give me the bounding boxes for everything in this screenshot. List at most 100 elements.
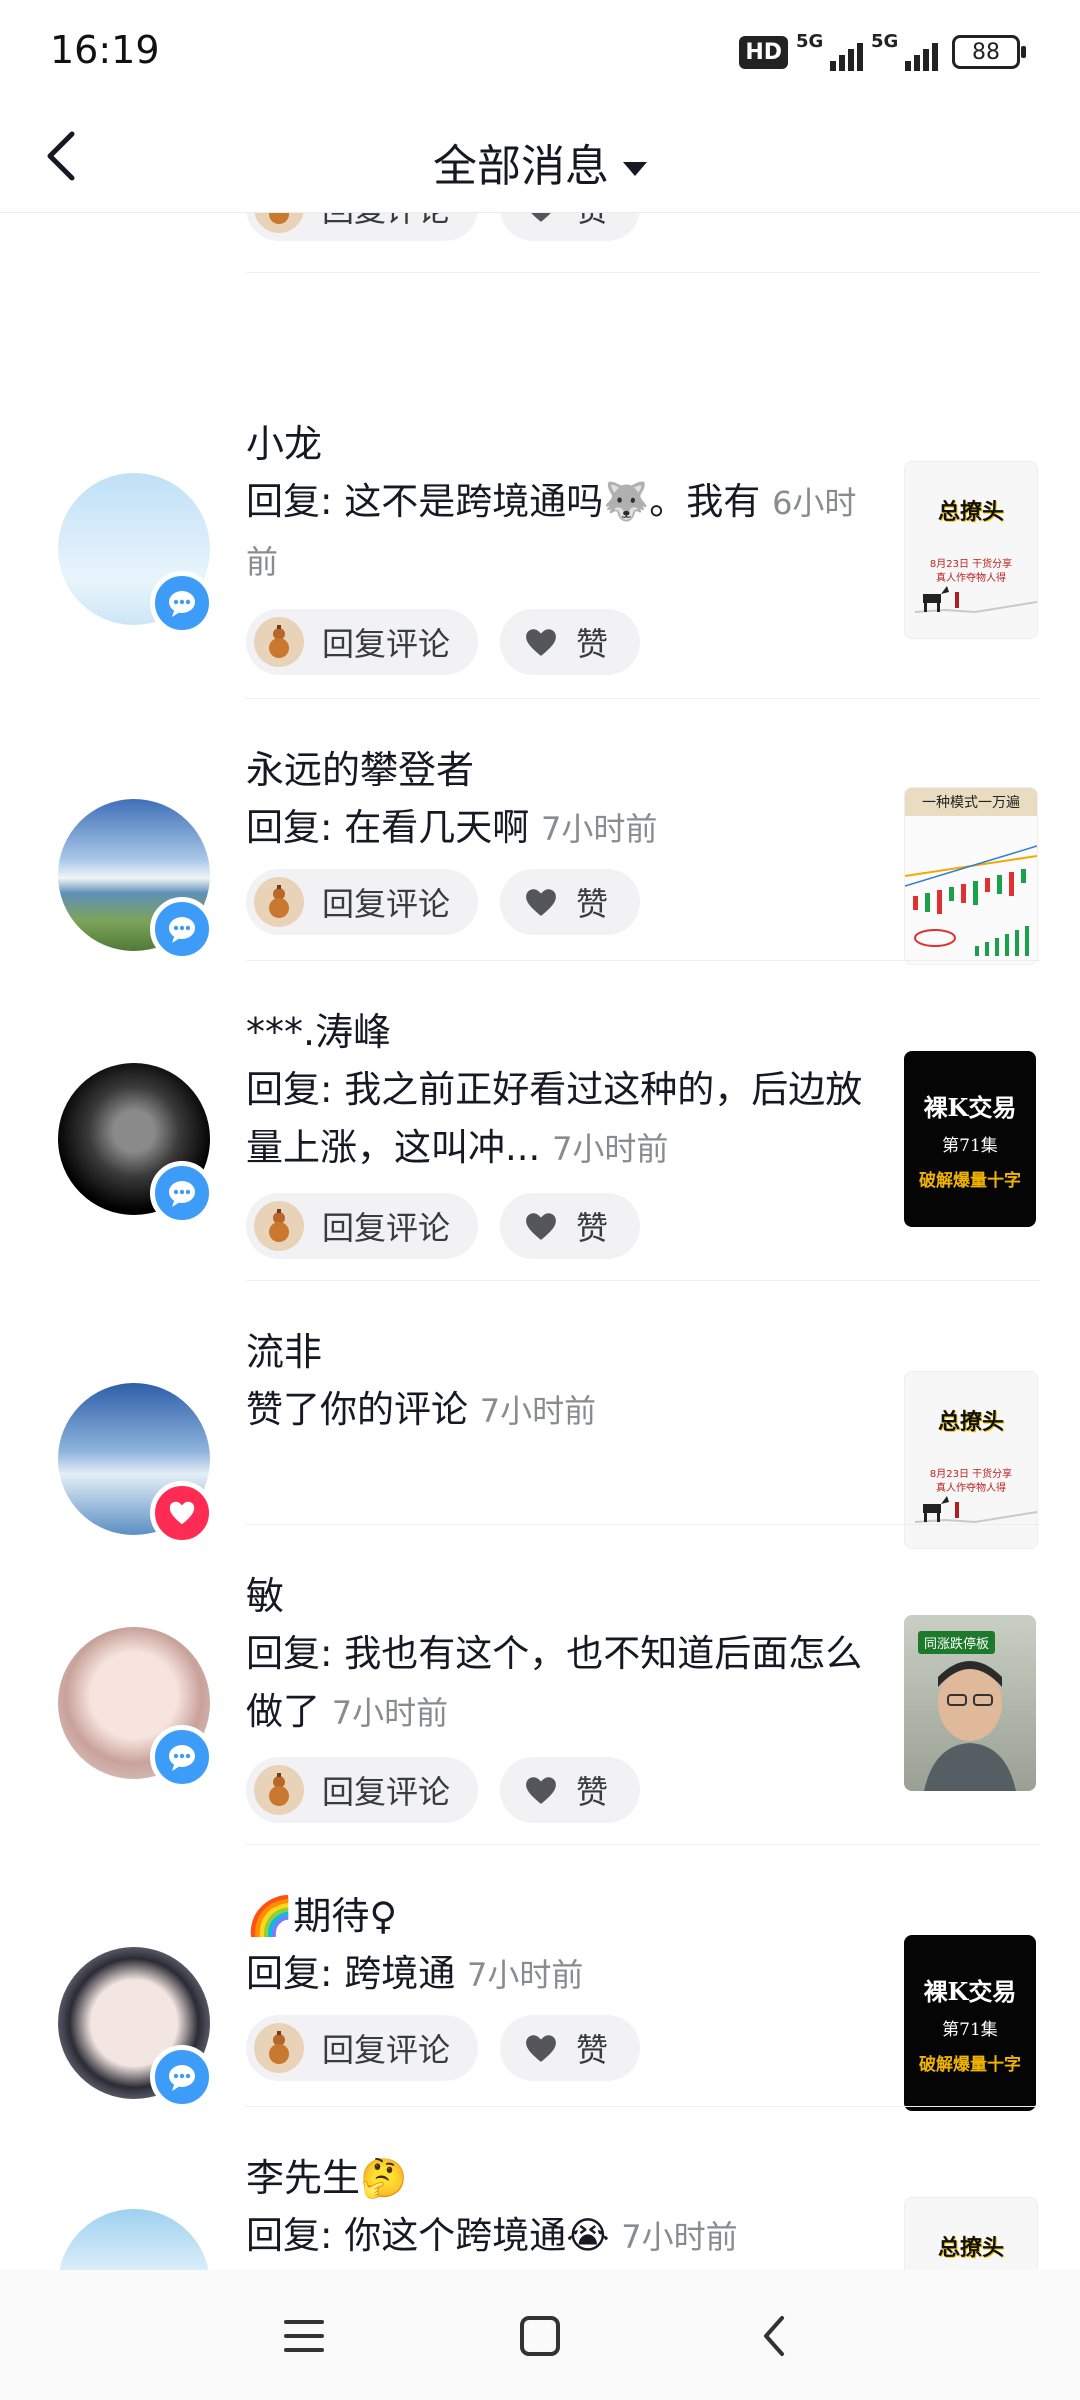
horse-image [905,2198,1037,2270]
reply-comment-label: 回复评论 [322,885,451,923]
system-nav-bar [0,2270,1080,2400]
user-name[interactable]: 永远的攀登者 [246,739,474,794]
user-name[interactable]: 流非 [246,1321,322,1376]
user-name[interactable]: 小龙 [246,413,322,468]
horse-image [914,586,1037,614]
user-name[interactable]: 🌈期待♀ [246,1885,397,1940]
video-thumbnail[interactable]: 裸K交易 第71集 破解爆量十字 [904,1051,1036,1227]
message-content: 回复: 这不是跨境通吗🐺。我有 [246,480,761,523]
heart-icon [531,213,551,222]
like-button[interactable]: 赞 [500,213,640,241]
like-button[interactable]: 赞 [500,1193,640,1259]
thumbnail-title: 裸K交易 [923,1976,1017,2006]
avatar[interactable] [58,2209,210,2270]
reply-comment-button[interactable]: 回复评论 [246,1193,478,1259]
comment-badge-icon [150,897,214,961]
home-icon[interactable] [512,2308,568,2364]
like-button[interactable]: 赞 [500,869,640,935]
thumbnail-title: 裸K交易 [923,1092,1017,1122]
back-icon[interactable] [748,2308,804,2364]
message-item[interactable]: ***.涛峰 回复: 我之前正好看过这种的，后边放量上涨，这叫冲... 7小时前 … [0,961,1080,1281]
reply-comment-button[interactable]: 回复评论 [246,2015,478,2081]
gourd-icon [254,1765,304,1815]
message-content: 回复: 在看几天啊 [246,806,530,849]
hd-icon: HD [739,35,788,69]
message-item[interactable]: 回复: 002640还要等3天 6小时前 回复评论 赞 大道至简! [0,213,1080,273]
comment-badge-icon [150,571,214,635]
message-text: 赞了你的评论 7小时前 [246,1381,866,1440]
page-title-dropdown[interactable]: 全部消息 [0,130,1080,194]
video-thumbnail[interactable]: 一种模式一万遍 [904,787,1038,965]
thumbnail-caption: 同涨跌停板 [918,1631,996,1654]
video-thumbnail[interactable]: 裸K交易 第71集 破解爆量十字 [904,1935,1036,2111]
thumbnail-subtitle: 破解爆量十字 [919,1170,1021,1191]
message-text: 回复: 我之前正好看过这种的，后边放量上涨，这叫冲... 7小时前 [246,1061,866,1178]
reply-comment-label: 回复评论 [322,213,450,231]
message-list[interactable]: 回复: 002640还要等3天 6小时前 回复评论 赞 大道至简! 小龙回复: … [0,213,1080,2270]
message-item[interactable]: 敏回复: 我也有这个，也不知道后面怎么做了 7小时前 回复评论 赞 同涨跌停板 [0,1525,1080,1845]
like-label: 赞 [576,1209,609,1247]
status-bar: 16:19 HD 5G 5G 88 [0,0,1080,100]
video-thumbnail[interactable]: 总撩头 8月23日 干货分享 真人作夺物人得 [904,1371,1038,1549]
message-time: 7小时前 [552,1130,669,1168]
gourd-icon [254,877,304,927]
heart-icon [526,889,556,916]
signal-icon: 5G [871,31,938,71]
user-name[interactable]: 敏 [246,1565,284,1620]
reply-comment-button[interactable]: 回复评论 [246,213,478,241]
message-time: 7小时前 [541,810,658,848]
message-item[interactable]: 永远的攀登者 回复: 在看几天啊 7小时前 回复评论 赞 一种模式一万遍 [0,699,1080,965]
horse-image [914,1496,1037,1524]
message-content: 回复: 你这个跨境通😭 [246,2214,610,2257]
heart-icon [526,1213,556,1240]
reply-comment-label: 回复评论 [322,2031,451,2069]
video-thumbnail[interactable]: 总撩头 8月23日 干货分享 真人作夺物人得 [904,2197,1038,2270]
comment-badge-icon [150,1161,214,1225]
divider [246,272,1040,273]
like-button[interactable]: 赞 [500,609,640,675]
reply-comment-label: 回复评论 [322,625,451,663]
heart-icon [526,629,556,656]
battery-icon: 88 [952,35,1026,69]
message-content: 回复: 跨境通 [246,1952,456,1995]
reply-comment-label: 回复评论 [322,1773,451,1811]
like-label: 赞 [576,2031,609,2069]
like-label: 赞 [576,885,609,923]
user-name[interactable]: 李先生🤔 [246,2147,407,2202]
message-time: 7小时前 [479,1392,597,1430]
reply-comment-button[interactable]: 回复评论 [246,869,478,935]
gourd-icon [254,2023,304,2073]
message-text: 回复: 在看几天啊 7小时前 [246,799,866,858]
message-text: 回复: 你这个跨境通😭 7小时前 [246,2207,866,2266]
menu-icon[interactable] [276,2308,332,2364]
message-item[interactable]: 李先生🤔回复: 你这个跨境通😭 7小时前 总撩头 8月23日 干货分享 真人作夺… [0,2107,1080,2270]
video-thumbnail[interactable]: 总撩头 8月23日 干货分享 真人作夺物人得 [904,461,1038,639]
message-text: 回复: 跨境通 7小时前 [246,1945,866,2004]
thumbnail-episode: 第71集 [942,2019,998,2040]
like-label: 赞 [576,625,609,663]
message-item[interactable]: 流非 赞了你的评论 7小时前 总撩头 8月23日 干货分享 真人作夺物人得 [0,1281,1080,1549]
gourd-icon [254,617,304,667]
stock-chart-image [905,845,1037,956]
status-icons: HD 5G 5G 88 [739,30,1026,74]
like-button[interactable]: 赞 [500,1757,640,1823]
comment-badge-icon [150,1725,214,1789]
message-item[interactable]: 🌈期待♀ 回复: 跨境通 7小时前 回复评论 赞 裸K交易 第71集 破解爆量十字 [0,1845,1080,2111]
like-button[interactable]: 赞 [500,2015,640,2081]
top-bar: 全部消息 [0,100,1080,213]
heart-icon [526,1777,556,1804]
message-text: 回复: 我也有这个，也不知道后面怎么做了 7小时前 [246,1625,866,1742]
message-time: 7小时前 [331,1694,449,1732]
reply-comment-button[interactable]: 回复评论 [246,609,478,675]
page-title: 全部消息 [433,141,609,192]
gourd-icon [254,213,304,233]
video-thumbnail[interactable]: 同涨跌停板 [904,1615,1036,1791]
message-time: 7小时前 [621,2218,738,2256]
message-content: 赞了你的评论 [246,1388,468,1431]
user-name[interactable]: ***.涛峰 [246,1001,391,1056]
reply-comment-button[interactable]: 回复评论 [246,1757,478,1823]
caret-down-icon [623,162,647,176]
thumbnail-episode: 第71集 [942,1135,998,1156]
like-label: 赞 [576,1773,609,1811]
message-item[interactable]: 小龙 回复: 这不是跨境通吗🐺。我有 6小时前 回复评论 赞 总撩头 8月23日 … [0,373,1080,699]
